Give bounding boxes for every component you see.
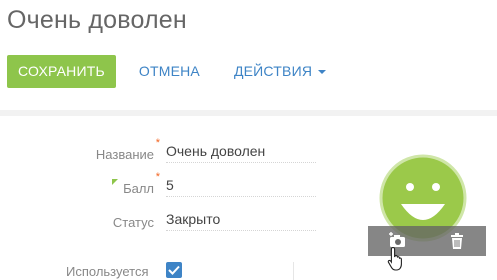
cancel-button[interactable]: ОТМЕНА — [139, 63, 200, 79]
actions-dropdown[interactable]: ДЕЙСТВИЯ — [233, 63, 327, 79]
in-use-checkbox[interactable] — [166, 262, 182, 278]
required-asterisk: * — [155, 137, 160, 149]
save-button[interactable]: СОХРАНИТЬ — [7, 54, 116, 88]
name-field[interactable]: Название * Очень доволен — [0, 137, 316, 163]
in-use-label: Используется — [66, 264, 149, 279]
column-divider — [293, 262, 294, 280]
hand-cursor-icon — [387, 246, 402, 271]
score-field[interactable]: Балл * 5 — [0, 171, 316, 197]
score-value[interactable]: 5 — [166, 177, 316, 197]
hint-marker — [112, 179, 118, 185]
required-asterisk: * — [155, 171, 160, 183]
actions-label: ДЕЙСТВИЯ — [233, 63, 313, 79]
status-value[interactable]: Закрыто — [166, 211, 316, 231]
page-title: Очень доволен — [7, 6, 187, 34]
trash-icon[interactable] — [450, 233, 464, 249]
toolbar: СОХРАНИТЬ ОТМЕНА ДЕЙСТВИЯ — [7, 54, 327, 88]
image-toolbar — [368, 226, 486, 256]
name-label: Название — [95, 147, 154, 162]
status-field[interactable]: Статус Закрыто — [0, 211, 316, 231]
name-value[interactable]: Очень доволен — [166, 143, 316, 163]
score-label: Балл — [123, 181, 154, 196]
status-label: Статус — [112, 215, 154, 230]
check-icon — [168, 265, 180, 275]
caret-down-icon — [318, 70, 327, 74]
section-divider — [0, 110, 497, 116]
